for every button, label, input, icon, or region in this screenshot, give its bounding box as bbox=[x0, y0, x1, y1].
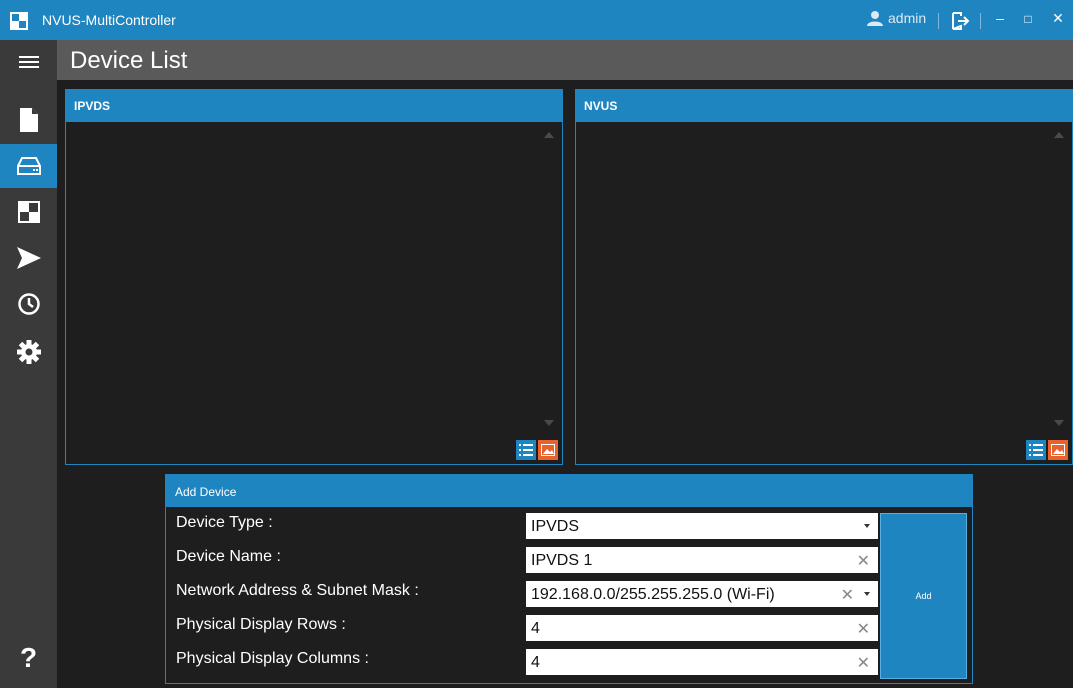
nvus-panel-title: NVUS bbox=[576, 90, 1072, 122]
menu-toggle-button[interactable] bbox=[0, 40, 57, 84]
divider bbox=[938, 13, 939, 29]
user-account[interactable]: admin bbox=[866, 10, 926, 26]
sidebar-item-devices[interactable] bbox=[0, 144, 57, 188]
document-icon bbox=[19, 108, 38, 132]
ipvds-panel-title: IPVDS bbox=[66, 90, 562, 122]
page-header: Device List bbox=[57, 40, 1073, 80]
clear-icon[interactable]: ✕ bbox=[857, 653, 870, 673]
user-icon bbox=[867, 11, 883, 26]
list-icon bbox=[519, 444, 533, 456]
clear-icon[interactable]: ✕ bbox=[857, 551, 870, 571]
clock-icon bbox=[17, 293, 40, 315]
device-drive-icon bbox=[16, 157, 41, 175]
display-columns-value: 4 bbox=[531, 654, 540, 671]
add-device-title: Add Device bbox=[166, 475, 972, 507]
close-button[interactable]: ✕ bbox=[1048, 10, 1068, 27]
page-title: Device List bbox=[70, 47, 188, 74]
hamburger-icon bbox=[18, 56, 39, 68]
device-name-value: IPVDS 1 bbox=[531, 552, 593, 569]
device-name-row: Device Name : IPVDS 1 ✕ bbox=[166, 543, 878, 573]
add-device-panel: Add Device Device Type : IPVDS Device Na… bbox=[165, 474, 973, 684]
nvus-panel: NVUS bbox=[575, 89, 1073, 465]
network-address-label: Network Address & Subnet Mask : bbox=[176, 582, 419, 599]
device-type-label: Device Type : bbox=[176, 514, 273, 531]
clear-icon[interactable]: ✕ bbox=[841, 585, 854, 605]
display-rows-row: Physical Display Rows : 4 ✕ bbox=[166, 611, 878, 641]
sidebar-item-schedule[interactable] bbox=[0, 282, 57, 326]
sidebar-item-files[interactable] bbox=[0, 98, 57, 142]
image-icon bbox=[541, 444, 555, 456]
device-name-label: Device Name : bbox=[176, 548, 281, 565]
network-address-value: 192.168.0.0/255.255.255.0 (Wi-Fi) bbox=[531, 586, 775, 603]
list-icon bbox=[1029, 444, 1043, 456]
network-address-row: Network Address & Subnet Mask : 192.168.… bbox=[166, 577, 878, 607]
ipvds-panel: IPVDS bbox=[65, 89, 563, 465]
scroll-up-arrow[interactable] bbox=[1054, 132, 1064, 138]
network-address-select[interactable]: 192.168.0.0/255.255.255.0 (Wi-Fi) ✕ bbox=[526, 581, 878, 607]
display-columns-label: Physical Display Columns : bbox=[176, 650, 369, 667]
add-button[interactable]: Add bbox=[880, 513, 967, 679]
minimize-button[interactable]: – bbox=[990, 10, 1010, 26]
scroll-down-arrow[interactable] bbox=[544, 420, 554, 426]
divider bbox=[980, 13, 981, 29]
chevron-down-icon[interactable] bbox=[864, 524, 870, 528]
clear-icon[interactable]: ✕ bbox=[857, 619, 870, 639]
device-name-input[interactable]: IPVDS 1 ✕ bbox=[526, 547, 878, 573]
scroll-down-arrow[interactable] bbox=[1054, 420, 1064, 426]
display-rows-label: Physical Display Rows : bbox=[176, 616, 346, 633]
device-type-value: IPVDS bbox=[531, 518, 580, 535]
chevron-down-icon[interactable] bbox=[864, 592, 870, 596]
display-rows-input[interactable]: 4 ✕ bbox=[526, 615, 878, 641]
display-columns-input[interactable]: 4 ✕ bbox=[526, 649, 878, 675]
username: admin bbox=[888, 10, 927, 26]
device-type-row: Device Type : IPVDS bbox=[166, 509, 878, 539]
sidebar-item-send[interactable] bbox=[0, 236, 57, 280]
display-columns-row: Physical Display Columns : 4 ✕ bbox=[166, 645, 878, 675]
app-logo-icon bbox=[10, 12, 28, 30]
logout-icon[interactable] bbox=[951, 12, 971, 30]
sidebar-item-settings[interactable] bbox=[0, 330, 57, 374]
list-view-button[interactable] bbox=[1026, 440, 1046, 460]
gear-icon bbox=[16, 340, 41, 364]
thumbnail-view-button[interactable] bbox=[1048, 440, 1068, 460]
maximize-button[interactable]: □ bbox=[1018, 12, 1038, 26]
image-icon bbox=[1051, 444, 1065, 456]
sidebar-item-layout[interactable] bbox=[0, 190, 57, 234]
help-button[interactable]: ? bbox=[0, 636, 57, 680]
send-icon bbox=[16, 247, 41, 269]
sidebar: ? bbox=[0, 40, 57, 688]
device-type-select[interactable]: IPVDS bbox=[526, 513, 878, 539]
display-rows-value: 4 bbox=[531, 620, 540, 637]
title-bar: NVUS-MultiController admin – □ ✕ bbox=[0, 0, 1073, 40]
thumbnail-view-button[interactable] bbox=[538, 440, 558, 460]
scroll-up-arrow[interactable] bbox=[544, 132, 554, 138]
window-title: NVUS-MultiController bbox=[42, 12, 176, 28]
list-view-button[interactable] bbox=[516, 440, 536, 460]
layout-icon bbox=[17, 201, 40, 223]
